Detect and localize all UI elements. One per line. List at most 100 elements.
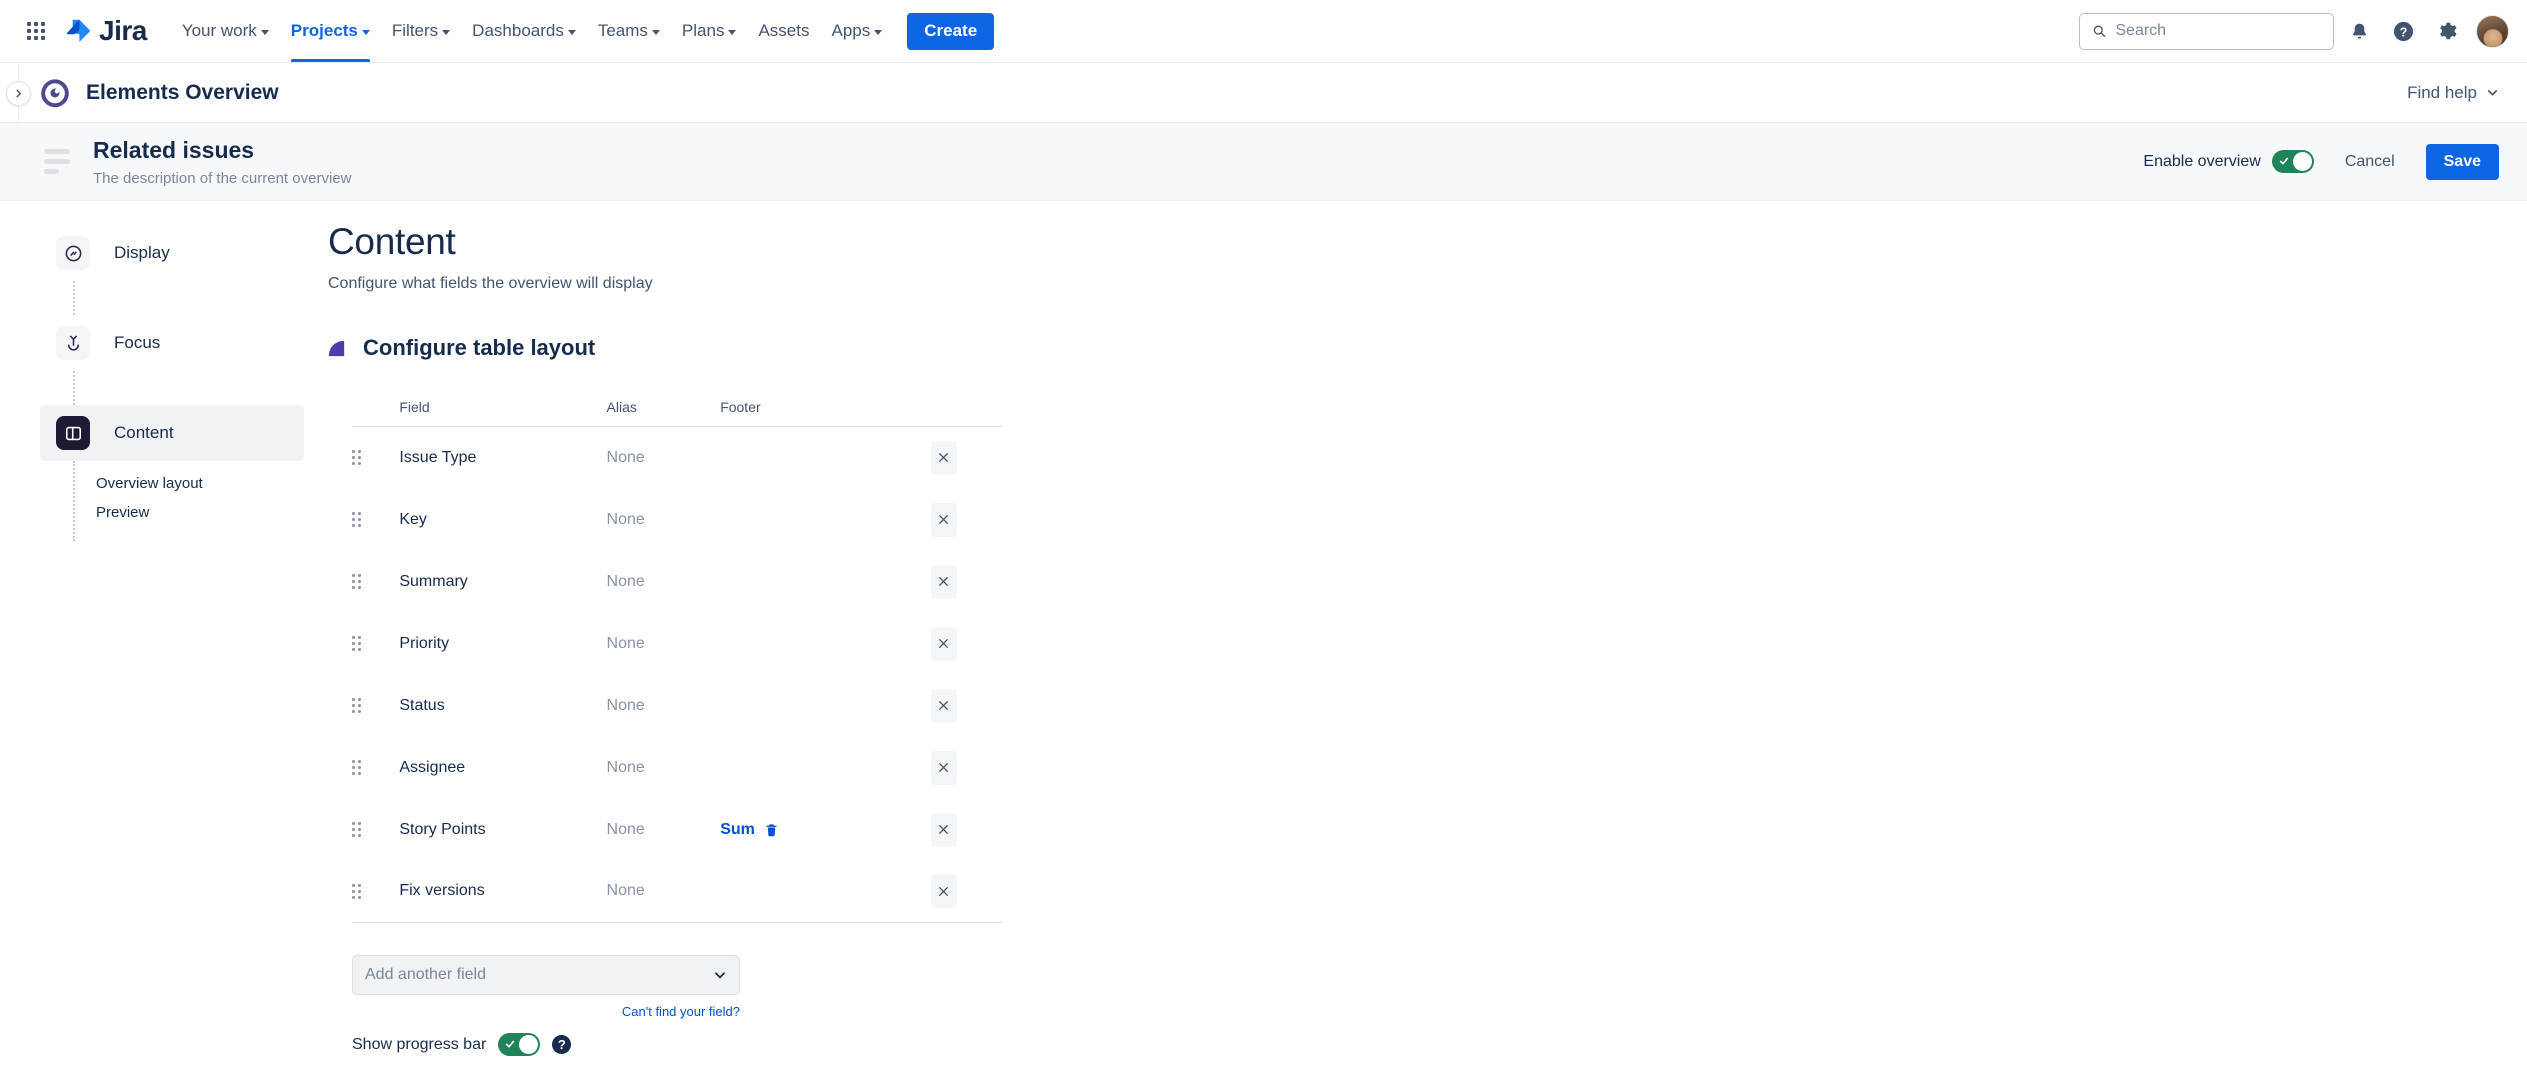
bell-icon (2349, 21, 2370, 42)
sidebar-item-display[interactable]: Display (40, 225, 304, 281)
find-help-label: Find help (2407, 83, 2477, 103)
sidebar-item-content[interactable]: Content (40, 405, 304, 461)
sidebar-item-label: Display (114, 243, 170, 263)
cell-alias[interactable]: None (607, 551, 721, 613)
remove-field-button[interactable] (931, 565, 957, 599)
drag-handle-icon[interactable] (352, 884, 361, 899)
nav-item-projects[interactable]: Projects (280, 0, 381, 62)
drag-handle-icon[interactable] (352, 450, 361, 465)
sidebar-subitem-preview[interactable]: Preview (96, 498, 320, 527)
nav-item-filters[interactable]: Filters (381, 0, 461, 62)
search-box[interactable] (2079, 13, 2334, 50)
search-input[interactable] (2115, 22, 2321, 40)
cell-alias[interactable]: None (607, 861, 721, 923)
close-x-icon (937, 761, 950, 774)
drag-handle-icon[interactable] (352, 698, 361, 713)
table-row: AssigneeNone (352, 737, 1002, 799)
chevron-down-icon (874, 30, 882, 35)
th-field: Field (399, 399, 606, 427)
drag-handle-icon[interactable] (352, 760, 361, 775)
user-avatar[interactable] (2476, 15, 2509, 48)
cell-alias[interactable]: None (607, 799, 721, 861)
enable-overview-control[interactable]: Enable overview (2143, 150, 2313, 173)
cell-actions (931, 551, 1002, 613)
jira-home-link[interactable]: Jira (66, 15, 147, 47)
chevron-down-icon (568, 30, 576, 35)
focus-target-icon (56, 326, 90, 360)
create-button[interactable]: Create (907, 13, 994, 50)
cell-alias[interactable]: None (607, 427, 721, 489)
nav-item-plans[interactable]: Plans (671, 0, 748, 62)
add-field-placeholder: Add another field (365, 966, 486, 984)
cell-footer (720, 861, 931, 923)
cell-alias[interactable]: None (607, 489, 721, 551)
cell-drag (352, 675, 399, 737)
cancel-button[interactable]: Cancel (2336, 146, 2404, 178)
nav-item-dashboards[interactable]: Dashboards (461, 0, 587, 62)
sidebar-item-focus[interactable]: Focus (40, 315, 304, 371)
cell-alias[interactable]: None (607, 613, 721, 675)
table-row: PriorityNone (352, 613, 1002, 675)
remove-field-button[interactable] (931, 627, 957, 661)
drag-handle-icon[interactable] (352, 574, 361, 589)
elements-overview-logo (38, 76, 72, 110)
show-progress-bar-toggle[interactable] (498, 1033, 540, 1056)
cell-actions (931, 675, 1002, 737)
enable-overview-toggle[interactable] (2272, 150, 2314, 173)
cell-field: Fix versions (399, 861, 606, 923)
settings-button[interactable] (2428, 12, 2466, 50)
settings-side-nav: Display Focus Content Overview layout Pr… (0, 201, 320, 1066)
footer-aggregation-link[interactable]: Sum (720, 821, 755, 839)
cell-drag (352, 737, 399, 799)
purple-leaf-marker-icon (328, 340, 345, 357)
chevron-down-icon (362, 30, 370, 35)
cant-find-field-link[interactable]: Can't find your field? (352, 1004, 740, 1019)
fields-table: Field Alias Footer Issue TypeNoneKeyNone… (352, 399, 1002, 923)
section-title: Configure table layout (363, 335, 595, 361)
cell-alias[interactable]: None (607, 737, 721, 799)
drag-handle-icon[interactable] (352, 636, 361, 651)
chevron-down-icon (442, 30, 450, 35)
table-head: Field Alias Footer (352, 399, 1002, 427)
save-button[interactable]: Save (2426, 144, 2499, 180)
cell-field: Assignee (399, 737, 606, 799)
cell-field: Key (399, 489, 606, 551)
remove-field-button[interactable] (931, 503, 957, 537)
nav-item-assets[interactable]: Assets (747, 0, 820, 62)
remove-field-button[interactable] (931, 751, 957, 785)
drag-handle-icon[interactable] (352, 512, 361, 527)
table-row: StatusNone (352, 675, 1002, 737)
help-circle-icon: ? (2392, 20, 2415, 43)
apps-grid-icon (27, 22, 45, 40)
cell-actions (931, 613, 1002, 675)
add-another-field-select[interactable]: Add another field (352, 955, 740, 995)
overview-subheader: Related issues The description of the cu… (0, 123, 2527, 201)
trash-icon[interactable] (764, 822, 779, 838)
cell-field: Priority (399, 613, 606, 675)
expand-sidebar-button[interactable] (6, 81, 31, 106)
drag-handle-icon[interactable] (352, 822, 361, 837)
close-x-icon (937, 885, 950, 898)
cell-footer: Sum (720, 799, 931, 861)
remove-field-button[interactable] (931, 813, 957, 847)
nav-item-apps[interactable]: Apps (820, 0, 893, 62)
add-field-area: Add another field Can't find your field? (352, 955, 740, 1019)
notifications-button[interactable] (2340, 12, 2378, 50)
overview-description: The description of the current overview (93, 170, 351, 187)
th-handle (352, 399, 399, 427)
top-navigation-bar: Jira Your work Projects Filters Dashboar… (0, 0, 2527, 63)
chevron-down-icon (652, 30, 660, 35)
remove-field-button[interactable] (931, 689, 957, 723)
progress-help-icon[interactable]: ? (552, 1035, 571, 1054)
app-switcher-button[interactable] (18, 13, 54, 49)
nav-item-teams[interactable]: Teams (587, 0, 671, 62)
nav-item-your-work[interactable]: Your work (171, 0, 280, 62)
help-button[interactable]: ? (2384, 12, 2422, 50)
cell-alias[interactable]: None (607, 675, 721, 737)
remove-field-button[interactable] (931, 874, 957, 908)
remove-field-button[interactable] (931, 441, 957, 475)
find-help-button[interactable]: Find help (2407, 83, 2499, 103)
table-layout-config: Field Alias Footer Issue TypeNoneKeyNone… (352, 399, 1002, 923)
sidebar-subitem-overview-layout[interactable]: Overview layout (96, 469, 320, 498)
cell-footer (720, 427, 931, 489)
